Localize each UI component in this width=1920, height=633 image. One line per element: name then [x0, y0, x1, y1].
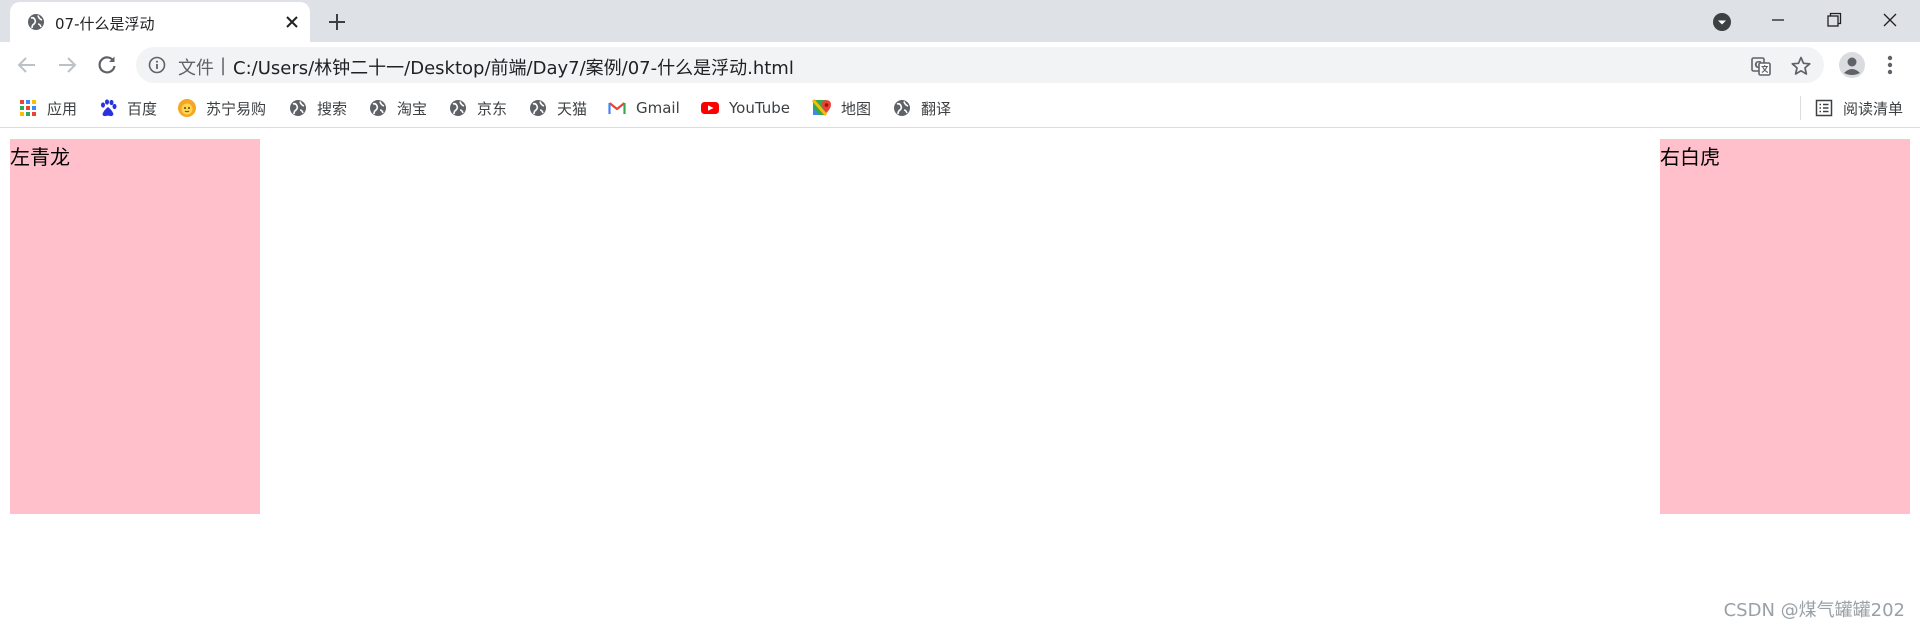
tab-title: 07-什么是浮动 — [55, 15, 155, 33]
globe-icon — [28, 14, 44, 30]
apps-grid-icon — [20, 100, 36, 116]
bookmark-tmall[interactable]: 天猫 — [528, 96, 587, 120]
bookmark-label: 应用 — [47, 99, 78, 118]
file-chip: 文件 — [178, 58, 214, 79]
address-separator: | — [220, 55, 227, 76]
suning-lion-icon — [178, 99, 196, 117]
globe-icon — [370, 100, 386, 116]
bookmark-label: 天猫 — [557, 99, 588, 118]
bookmark-label: 苏宁易购 — [206, 99, 267, 118]
bookmark-label: Gmail — [636, 99, 680, 117]
minimize-icon[interactable] — [1766, 8, 1790, 32]
bookmark-jd[interactable]: 京东 — [448, 96, 507, 120]
bookmarks-divider — [1800, 96, 1801, 120]
info-icon[interactable] — [148, 56, 166, 74]
youtube-icon — [701, 102, 719, 114]
page-content: 左青龙 右白虎 CSDN @煤气罐罐202 — [0, 128, 1920, 633]
globe-icon — [530, 100, 546, 116]
globe-icon — [450, 100, 466, 116]
reading-list-icon — [1815, 99, 1833, 117]
browser-toolbar: 文件 | C:/Users/林钟二十一/Desktop/前端/Day7/案例/0… — [0, 42, 1920, 88]
reading-list-label: 阅读清单 — [1843, 99, 1904, 118]
left-float-box: 左青龙 — [10, 139, 260, 514]
tab-search-icon[interactable] — [1712, 12, 1732, 32]
back-arrow-icon[interactable] — [14, 52, 40, 78]
bookmark-label: 翻译 — [921, 99, 952, 118]
csdn-watermark: CSDN @煤气罐罐202 — [1723, 600, 1905, 621]
bookmarks-bar: 应用 百度 苏宁易购 搜索 淘宝 京东 天猫 Gmail YouTube 地图 … — [0, 88, 1920, 128]
bookmark-youtube[interactable]: YouTube — [700, 96, 790, 120]
left-box-text: 左青龙 — [10, 145, 70, 169]
bookmark-label: 地图 — [841, 99, 872, 118]
right-float-box: 右白虎 — [1660, 139, 1910, 514]
star-icon[interactable] — [1790, 55, 1812, 77]
baidu-paw-icon — [101, 99, 117, 117]
address-bar[interactable]: 文件 | C:/Users/林钟二十一/Desktop/前端/Day7/案例/0… — [136, 47, 1824, 83]
right-box-text: 右白虎 — [1660, 145, 1720, 169]
bookmark-taobao[interactable]: 淘宝 — [368, 96, 427, 120]
close-icon[interactable] — [282, 12, 302, 32]
maps-pin-icon — [812, 99, 831, 116]
globe-icon — [894, 100, 910, 116]
more-menu-icon[interactable] — [1882, 52, 1898, 78]
tab-strip: 07-什么是浮动 — [0, 0, 1920, 42]
bookmark-label: YouTube — [729, 99, 790, 117]
translate-icon[interactable]: G — [1750, 55, 1772, 77]
bookmark-search[interactable]: 搜索 — [288, 96, 347, 120]
forward-arrow-icon[interactable] — [54, 52, 80, 78]
reading-list-button[interactable]: 阅读清单 — [1814, 96, 1903, 120]
bookmark-maps[interactable]: 地图 — [812, 96, 871, 120]
bookmark-label: 京东 — [477, 99, 508, 118]
url-text[interactable]: C:/Users/林钟二十一/Desktop/前端/Day7/案例/07-什么是… — [233, 54, 794, 80]
bookmark-suning[interactable]: 苏宁易购 — [177, 96, 266, 120]
bookmark-gmail[interactable]: Gmail — [607, 96, 680, 120]
profile-avatar-icon[interactable] — [1838, 51, 1866, 79]
bookmark-translate[interactable]: 翻译 — [892, 96, 951, 120]
close-window-icon[interactable] — [1878, 8, 1902, 32]
bookmark-label: 淘宝 — [397, 99, 428, 118]
bookmark-baidu[interactable]: 百度 — [98, 96, 157, 120]
bookmark-apps[interactable]: 应用 — [18, 96, 77, 120]
globe-icon — [290, 100, 306, 116]
bookmark-label: 搜索 — [317, 99, 348, 118]
gmail-icon — [608, 102, 626, 114]
reload-icon[interactable] — [94, 52, 120, 78]
bookmark-label: 百度 — [127, 99, 158, 118]
restore-icon[interactable] — [1822, 8, 1846, 32]
browser-tab[interactable]: 07-什么是浮动 — [10, 2, 310, 42]
new-tab-icon[interactable] — [326, 11, 348, 33]
